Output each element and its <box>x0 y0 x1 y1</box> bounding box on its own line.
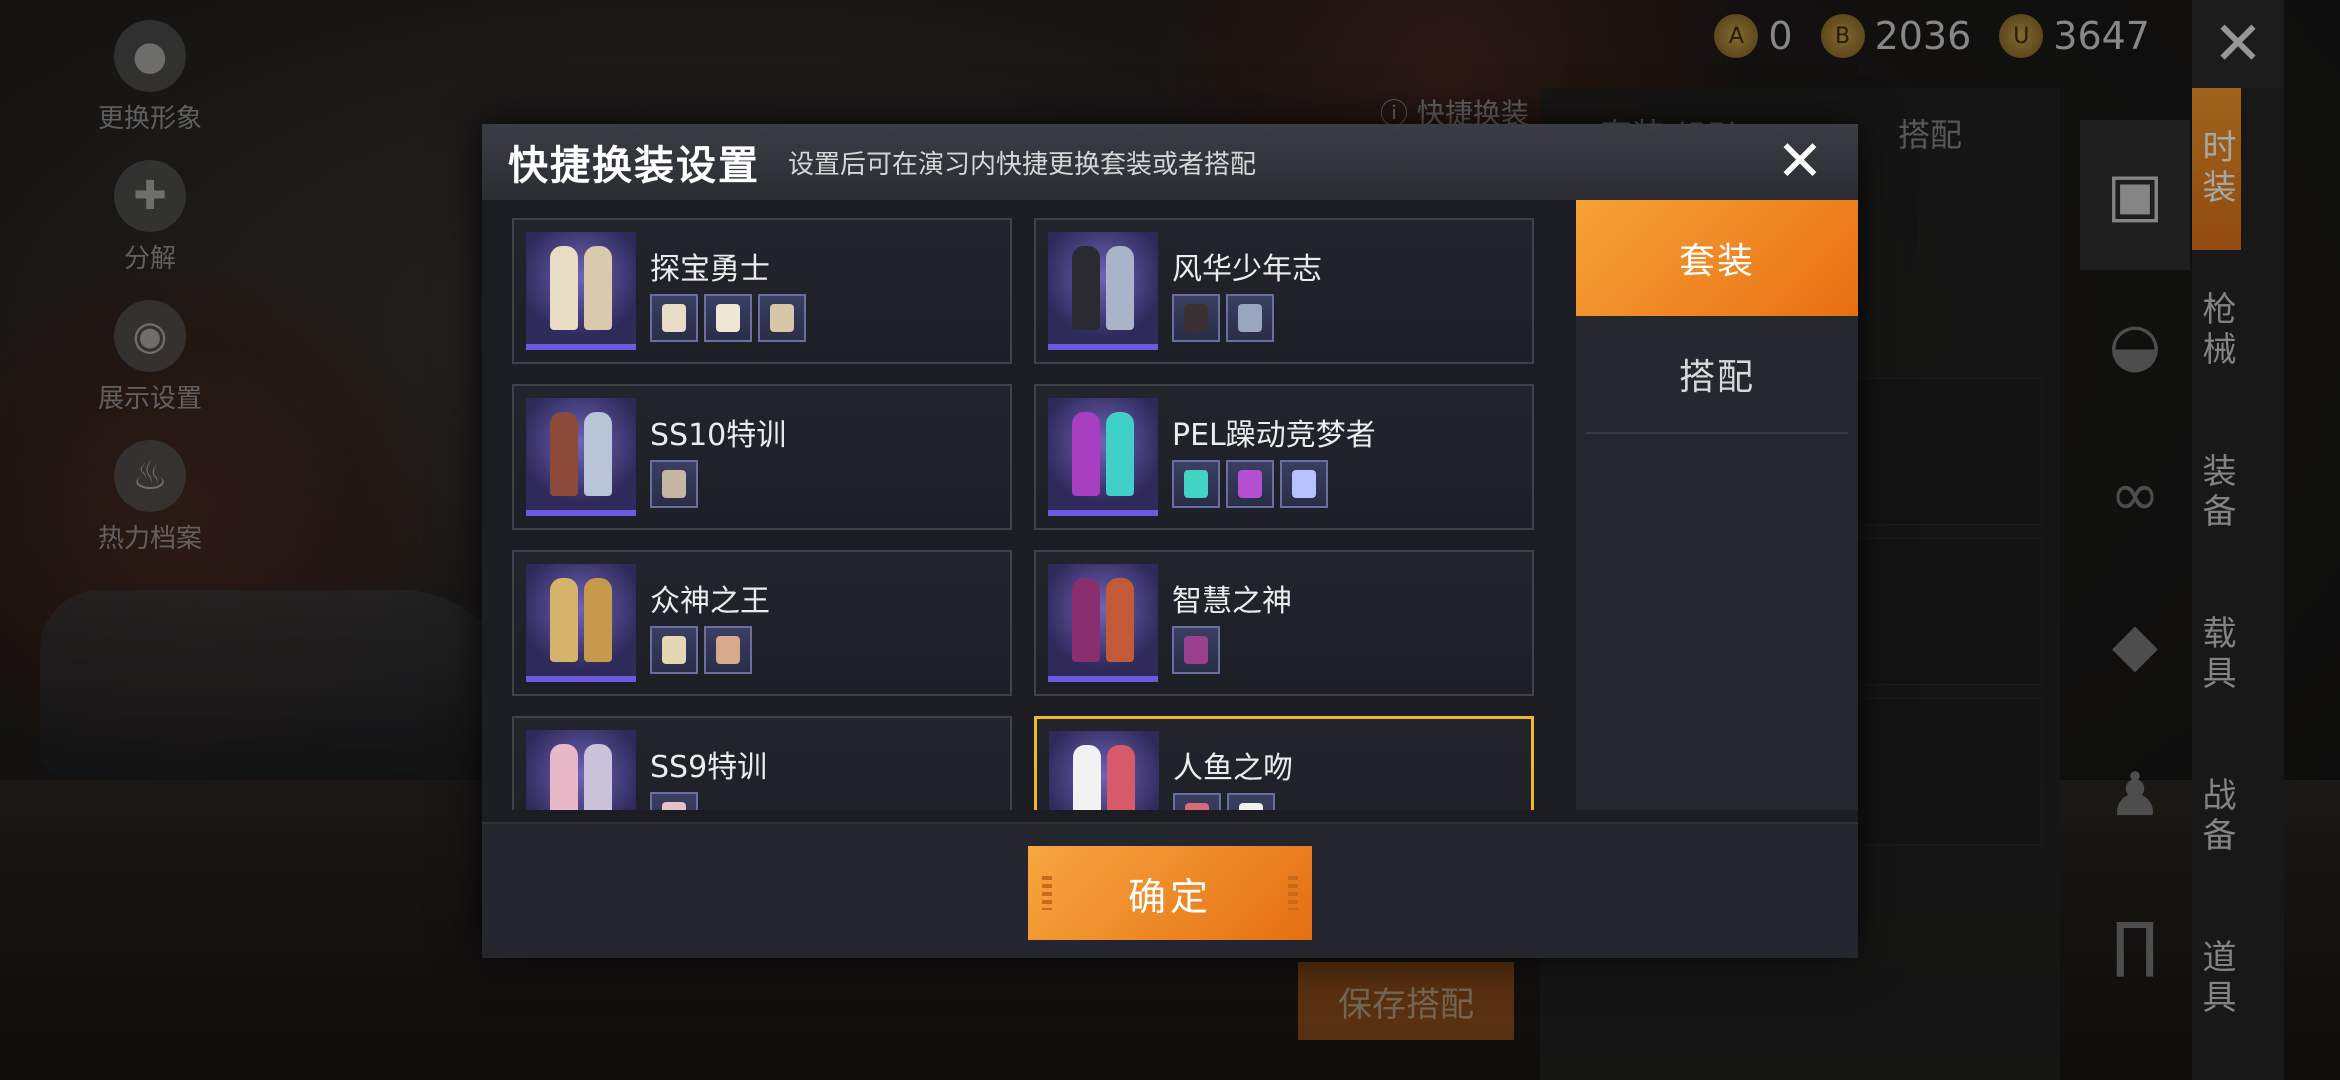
outfit-part <box>650 792 698 810</box>
outfit-thumbnail <box>526 730 636 810</box>
outfit-card[interactable]: 智慧之神 <box>1034 550 1534 696</box>
dialog-header: 快捷换装设置 设置后可在演习内快捷更换套装或者搭配 ✕ <box>482 124 1858 200</box>
outfit-card[interactable]: SS10特训 <box>512 384 1012 530</box>
outfit-part <box>650 460 698 508</box>
outfit-thumbnail <box>526 232 636 350</box>
outfit-grid: 探宝勇士 风华少年志 SS10特训 PEL躁动竞梦者 众神之王 智慧之神 SS9… <box>512 218 1542 810</box>
tab-suit-option[interactable]: 套装 <box>1576 200 1858 316</box>
outfit-card-selected[interactable]: 人鱼之吻 <box>1034 716 1534 810</box>
quick-change-dialog: 快捷换装设置 设置后可在演习内快捷更换套装或者搭配 ✕ 探宝勇士 风华少年志 S… <box>482 124 1858 958</box>
grip-decoration <box>1288 876 1298 910</box>
dialog-footer: 确定 <box>482 822 1858 958</box>
outfit-part <box>1226 294 1274 342</box>
dialog-close-button[interactable]: ✕ <box>1774 134 1826 190</box>
dialog-title: 快捷换装设置 <box>508 143 760 189</box>
outfit-card[interactable]: 风华少年志 <box>1034 218 1534 364</box>
outfit-part <box>704 626 752 674</box>
outfit-part <box>1172 626 1220 674</box>
outfit-thumbnail <box>1049 731 1159 810</box>
outfit-part <box>1280 460 1328 508</box>
dialog-subtitle: 设置后可在演习内快捷更换套装或者搭配 <box>788 149 1257 180</box>
close-icon: ✕ <box>1776 129 1824 194</box>
outfit-part <box>704 294 752 342</box>
outfit-part <box>1226 460 1274 508</box>
outfit-part <box>1172 294 1220 342</box>
dialog-side-tabs: 套装 搭配 <box>1576 200 1858 810</box>
outfit-part <box>1172 460 1220 508</box>
outfit-card[interactable]: PEL躁动竞梦者 <box>1034 384 1534 530</box>
outfit-part <box>758 294 806 342</box>
confirm-button[interactable]: 确定 <box>1028 846 1312 940</box>
outfit-thumbnail <box>1048 398 1158 516</box>
outfit-part <box>650 626 698 674</box>
outfit-part <box>1227 793 1275 810</box>
outfit-part <box>1173 793 1221 810</box>
outfit-part <box>650 294 698 342</box>
divider <box>1586 432 1848 434</box>
outfit-card[interactable]: 探宝勇士 <box>512 218 1012 364</box>
outfit-card[interactable]: SS9特训 <box>512 716 1012 810</box>
grip-decoration <box>1042 876 1052 910</box>
outfit-thumbnail <box>1048 564 1158 682</box>
tab-match-option[interactable]: 搭配 <box>1576 316 1858 432</box>
outfit-thumbnail <box>526 398 636 516</box>
outfit-card[interactable]: 众神之王 <box>512 550 1012 696</box>
outfit-thumbnail <box>526 564 636 682</box>
outfit-thumbnail <box>1048 232 1158 350</box>
